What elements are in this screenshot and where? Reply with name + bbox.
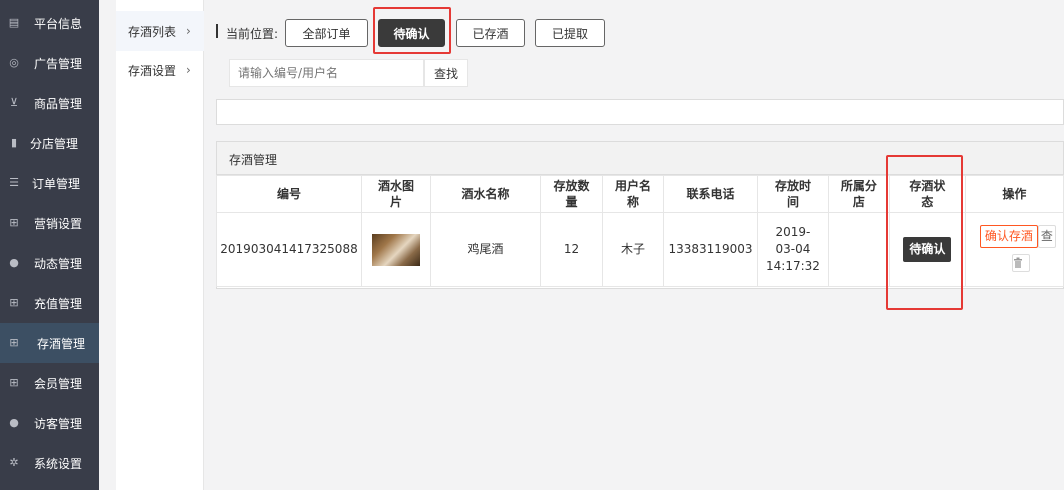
panel-title: 存酒管理 [229,153,278,167]
subnav-item-wine-list[interactable]: 存酒列表 › [116,11,204,51]
cell-name: 鸡尾酒 [430,212,541,287]
sidebar-item-label: 充值管理 [34,296,83,311]
cell-user: 木子 [602,212,664,287]
user-icon: ● [9,256,19,269]
sidebar-item-label: 平台信息 [34,16,83,31]
cell-time: 2019-03-04 14:17:32 [757,212,829,287]
sidebar-item-members[interactable]: ⊞ 会员管理 [0,363,99,403]
subnav-gutter [99,0,116,490]
subnav-item-label: 存酒设置 [128,63,177,78]
gift-icon: ⊞ [9,216,19,229]
sidebar-item-label: 存酒管理 [37,336,86,351]
sidebar-item-visitors[interactable]: ● 访客管理 [0,403,99,443]
sidebar-item-orders[interactable]: ☰ 订单管理 [0,163,99,203]
sidebar-item-marketing[interactable]: ⊞ 营销设置 [0,203,99,243]
column-header-name: 酒水名称 [430,175,541,213]
column-header-ops: 操作 [964,175,1064,213]
column-header-phone: 联系电话 [663,175,758,213]
sidebar-item-label: 系统设置 [34,456,83,471]
sidebar-item-platform-info[interactable]: ▤ 平台信息 [0,3,99,43]
subnav-item-label: 存酒列表 [128,24,177,39]
cart-icon: ⊻ [9,96,19,109]
confirm-storage-button[interactable]: 确认存酒 [979,225,1038,248]
sidebar-item-wine-storage[interactable]: ⊞ 存酒管理 [0,323,99,363]
sidebar-item-ads[interactable]: ◎ 广告管理 [0,43,99,83]
chevron-right-icon: › [186,63,191,77]
gift-icon: ⊞ [9,336,19,349]
user-icon: ● [9,416,19,429]
breadcrumb: 当前位置: [226,27,279,41]
sidebar-item-label: 营销设置 [34,216,83,231]
cell-id: 201903041417325088 [216,212,362,287]
list-icon: ☰ [9,176,19,189]
gift-icon: ⊞ [9,296,19,309]
gift-icon: ⊞ [9,376,19,389]
cell-image [361,212,431,287]
breadcrumb-marker [216,24,218,38]
highlight-box-pending [373,7,451,54]
sidebar-item-label: 动态管理 [34,256,83,271]
trash-icon[interactable] [1011,254,1030,272]
wine-thumbnail[interactable] [372,233,420,266]
column-header-qty: 存放数量 [540,175,603,213]
column-header-time: 存放时间 [757,175,829,213]
newspaper-icon: ▤ [8,16,20,29]
chevron-right-icon: › [186,24,191,38]
column-header-id: 编号 [216,175,362,213]
highlight-box-status [886,155,963,310]
sidebar-item-label: 广告管理 [34,56,83,71]
subnav-item-wine-settings[interactable]: 存酒设置 › [116,50,204,90]
toolbar-strip [216,99,1064,125]
column-header-user: 用户名称 [602,175,664,213]
sidebar-item-recharge[interactable]: ⊞ 充值管理 [0,283,99,323]
cell-phone: 13383119003 [663,212,758,287]
sidebar-item-label: 访客管理 [34,416,83,431]
search-button[interactable]: 查找 [424,59,468,87]
cell-branch [827,212,890,287]
gear-icon: ✲ [9,456,19,469]
sidebar-item-feed[interactable]: ● 动态管理 [0,243,99,283]
sidebar-item-settings[interactable]: ✲ 系统设置 [0,443,99,483]
cell-ops: 确认存酒查 [964,212,1064,287]
column-header-image: 酒水图片 [361,175,431,213]
column-header-branch: 所属分店 [827,175,890,213]
sidebar-item-branches[interactable]: ▮ 分店管理 [0,123,99,163]
cell-qty: 12 [540,212,603,287]
sidebar-item-label: 商品管理 [34,96,83,111]
filter-all-orders-button[interactable]: 全部订单 [285,19,368,47]
search-input[interactable] [229,59,424,87]
view-button[interactable]: 查 [1037,225,1056,248]
lifebuoy-icon: ◎ [9,56,19,69]
sidebar-item-label: 分店管理 [30,136,79,151]
sidebar-item-label: 订单管理 [32,176,81,191]
filter-stored-button[interactable]: 已存酒 [456,19,525,47]
sidebar-item-products[interactable]: ⊻ 商品管理 [0,83,99,123]
sidebar-item-label: 会员管理 [34,376,83,391]
filter-taken-button[interactable]: 已提取 [535,19,605,47]
book-icon: ▮ [10,136,18,149]
